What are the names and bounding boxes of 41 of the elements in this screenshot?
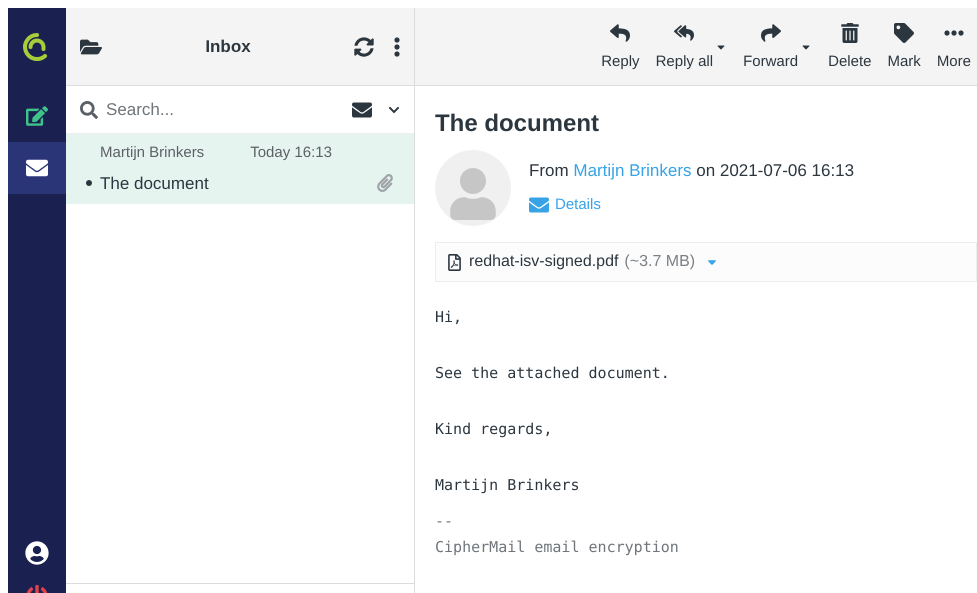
pdf-icon bbox=[446, 254, 463, 270]
mark-icon bbox=[894, 23, 914, 44]
message-sender: Martijn Brinkers bbox=[100, 143, 204, 163]
menu-icon bbox=[394, 36, 400, 56]
attachment-size: (~3.7 MB) bbox=[624, 252, 696, 272]
account-button[interactable] bbox=[25, 541, 49, 565]
attachment-link[interactable]: redhat-isv-signed.pdf bbox=[469, 250, 618, 274]
forward-icon bbox=[760, 23, 781, 44]
body-line: See the attached document. bbox=[435, 364, 671, 382]
toolbar-button[interactable]: Delete bbox=[822, 19, 878, 74]
reply-icon bbox=[610, 23, 630, 44]
folder-title: Inbox bbox=[204, 36, 252, 58]
signature-line: CipherMail email encryption bbox=[435, 538, 680, 556]
envelope-icon[interactable] bbox=[352, 100, 372, 120]
envelope-icon bbox=[529, 194, 549, 215]
body-line: Kind regards, bbox=[435, 420, 554, 438]
message-date: Today 16:13 bbox=[250, 143, 332, 163]
message-item[interactable]: Martijn Brinkers Today 16:13 The document bbox=[66, 134, 414, 204]
toolbar-button[interactable]: Reply bbox=[595, 19, 646, 74]
toolbar-button[interactable]: Reply all bbox=[650, 19, 734, 74]
toolbar-button[interactable]: Forward bbox=[737, 19, 818, 74]
menu-button[interactable] bbox=[394, 36, 400, 56]
body-line: Hi, bbox=[435, 308, 464, 326]
refresh-button[interactable] bbox=[354, 36, 374, 56]
envelope-icon bbox=[26, 157, 48, 179]
refresh-icon bbox=[354, 36, 374, 56]
nav-item[interactable] bbox=[8, 142, 66, 194]
toolbar-button[interactable]: Mark bbox=[881, 19, 927, 74]
message-subject: The document bbox=[100, 172, 210, 194]
sender-line: From Martijn Brinkers on 2021-07-06 16:13 bbox=[529, 160, 854, 182]
toolbar-button[interactable]: More bbox=[930, 19, 977, 74]
compose-icon bbox=[26, 105, 48, 127]
more-icon bbox=[944, 30, 964, 36]
reply-all-icon bbox=[674, 23, 694, 44]
body-line: Martijn Brinkers bbox=[435, 476, 580, 494]
mail-subject: The document bbox=[435, 109, 600, 139]
delete-icon bbox=[840, 23, 860, 44]
search-icon bbox=[80, 100, 98, 118]
user-icon bbox=[25, 541, 49, 565]
signature-line: -- bbox=[435, 512, 454, 530]
search-field[interactable]: Search... bbox=[106, 96, 344, 122]
